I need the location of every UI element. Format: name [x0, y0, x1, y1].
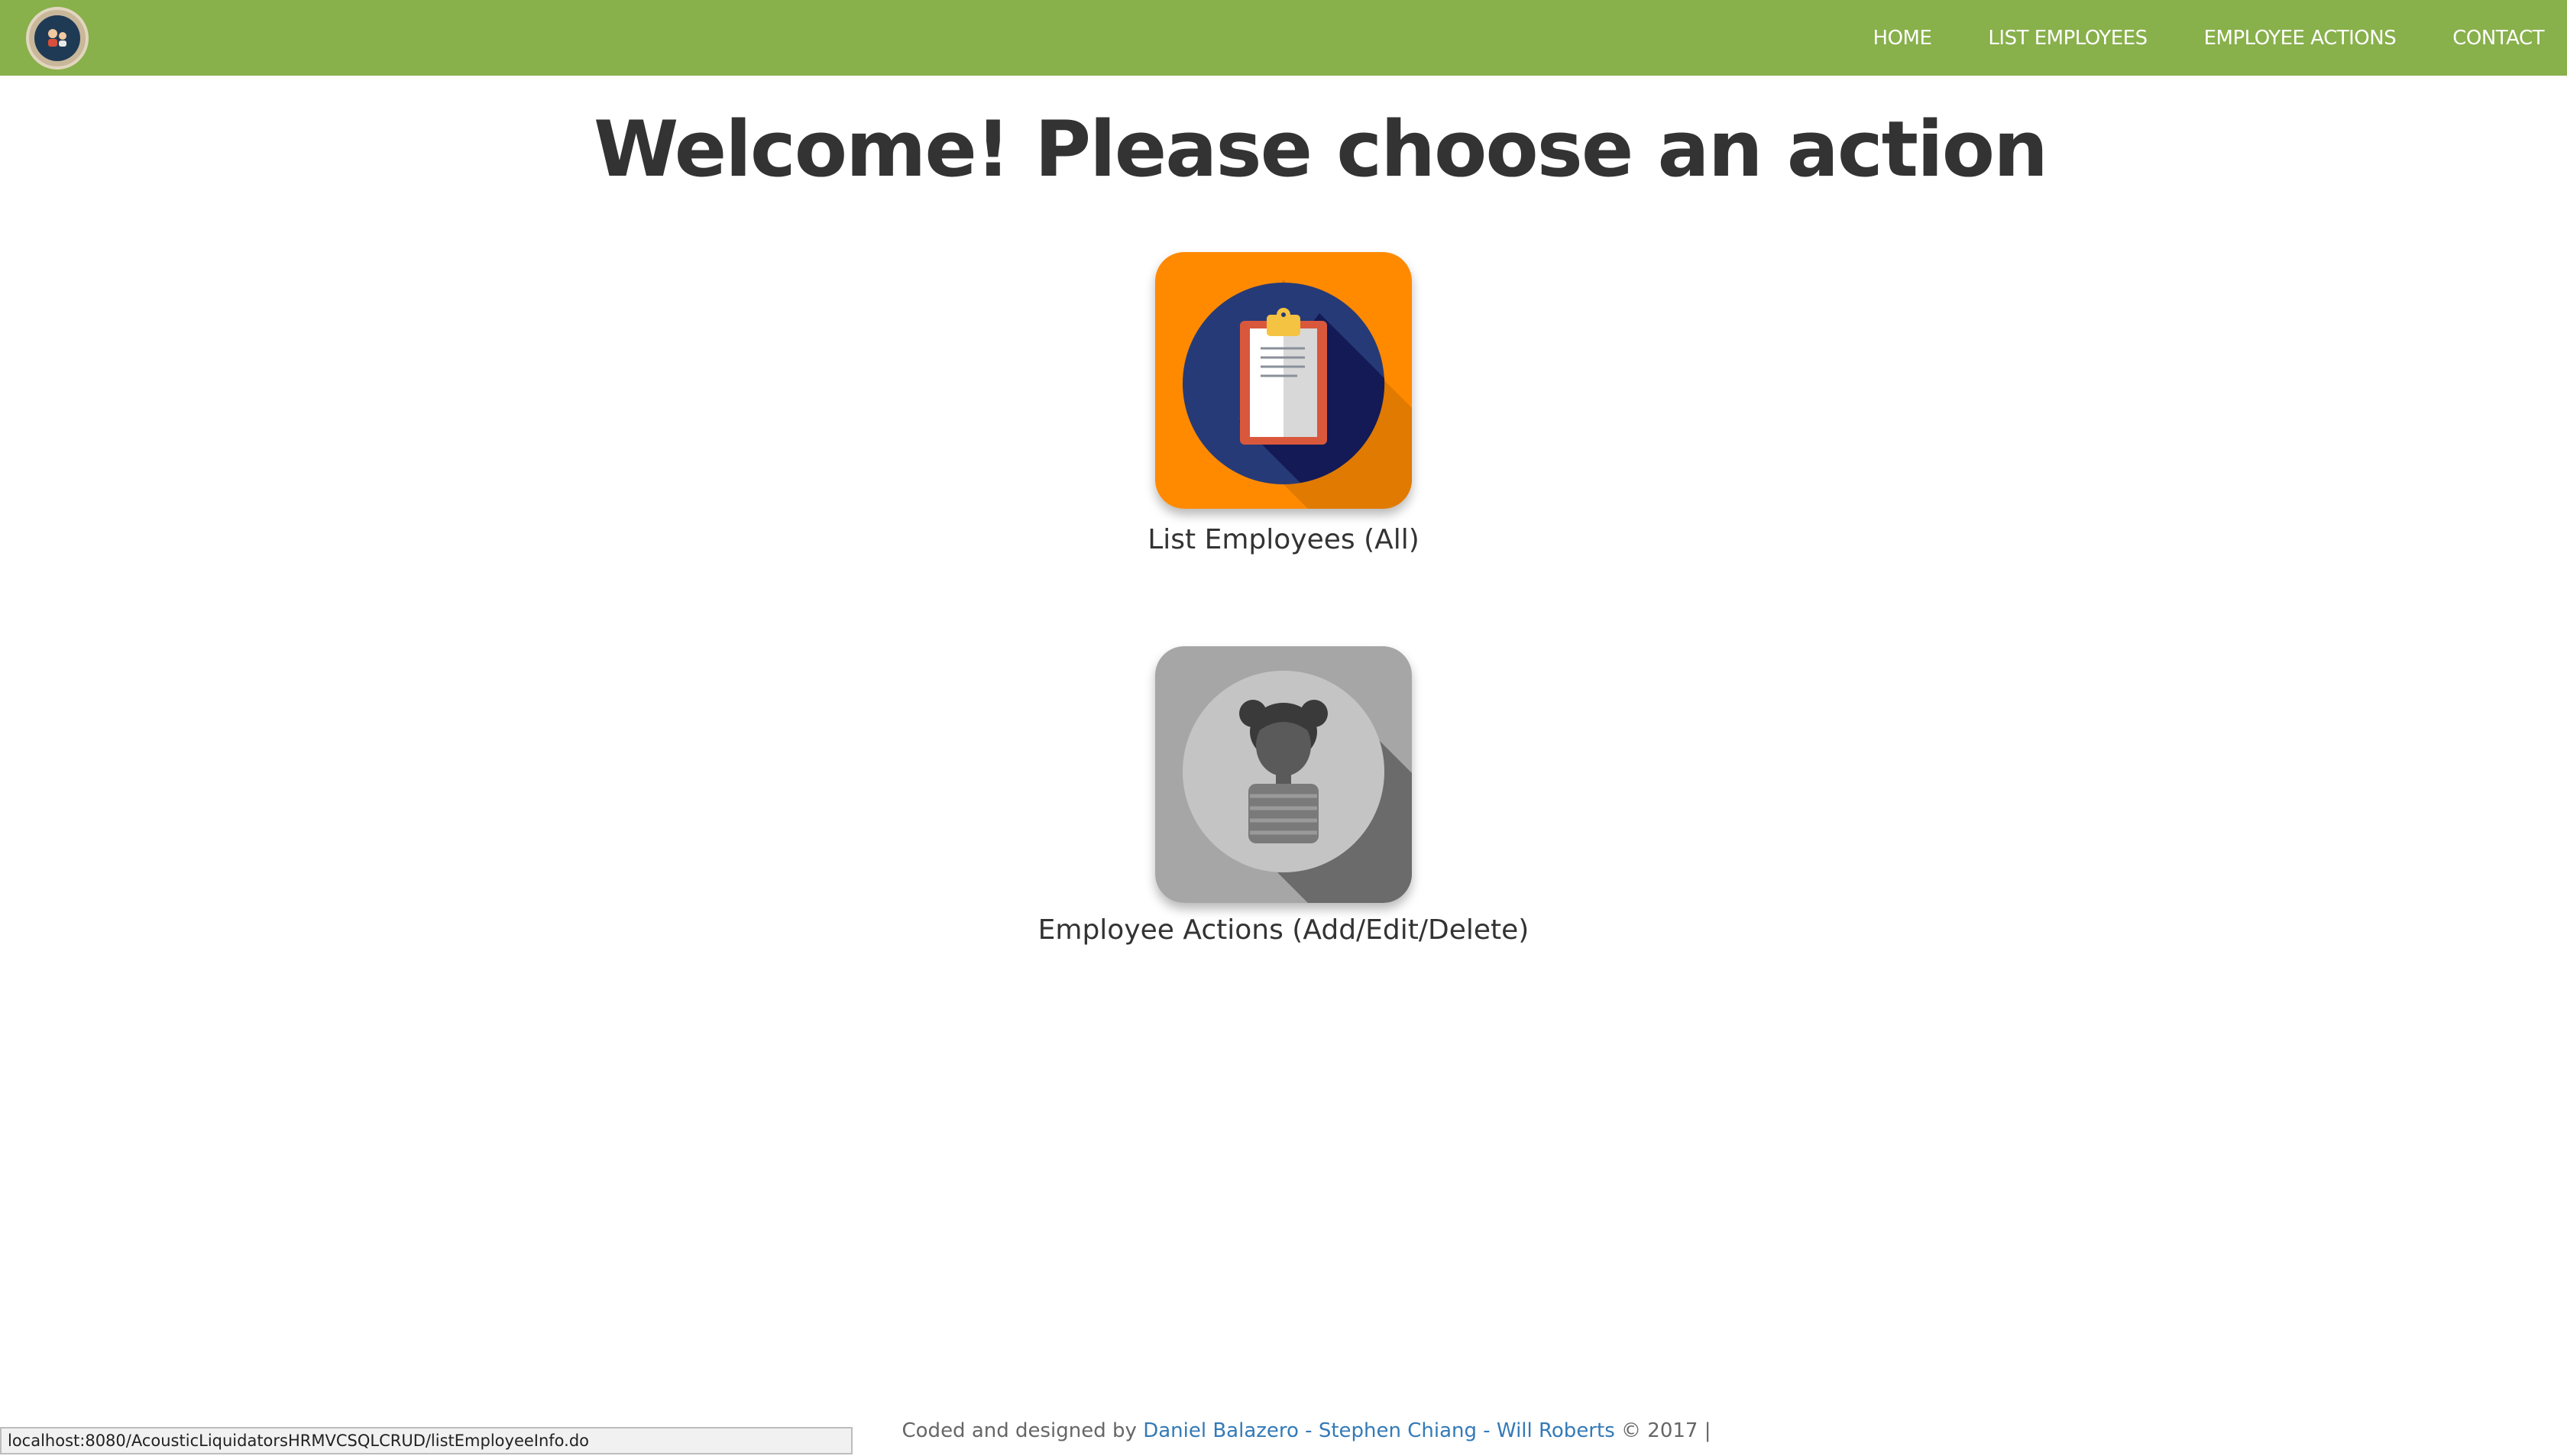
employee-actions-button[interactable] — [1155, 646, 1412, 903]
clipboard-icon — [1155, 252, 1412, 509]
browser-status-url: localhost:8080/AcousticLiquidatorsHRMVCS… — [0, 1427, 853, 1454]
footer-authors-link[interactable]: Daniel Balazero - Stephen Chiang - Will … — [1143, 1419, 1615, 1442]
list-employees-button[interactable] — [1155, 252, 1412, 509]
footer-copyright: © 2017 — [1621, 1419, 1698, 1442]
list-employees-label[interactable]: List Employees (All) — [825, 523, 1742, 558]
employee-actions-label[interactable]: Employee Actions (Add/Edit/Delete) — [825, 913, 1742, 948]
footer-separator: | — [1704, 1419, 1711, 1442]
employee-avatar-icon — [1155, 646, 1412, 903]
nav-list-employees-link[interactable]: LIST EMPLOYEES — [1960, 27, 2175, 50]
page: HOME LIST EMPLOYEES EMPLOYEE ACTIONS CON… — [0, 0, 2567, 1456]
site-logo[interactable] — [26, 7, 89, 70]
footer-credit-text: Coded and designed by — [902, 1419, 1137, 1442]
top-navbar: HOME LIST EMPLOYEES EMPLOYEE ACTIONS CON… — [0, 0, 2567, 76]
nav-links: HOME LIST EMPLOYEES EMPLOYEE ACTIONS CON… — [1845, 0, 2567, 76]
page-title: Welcome! Please choose an action — [594, 104, 2048, 194]
logo-people-icon — [34, 15, 80, 61]
nav-home-link[interactable]: HOME — [1845, 27, 1960, 50]
nav-employee-actions-link[interactable]: EMPLOYEE ACTIONS — [2176, 27, 2425, 50]
nav-contact-link[interactable]: CONTACT — [2424, 27, 2567, 50]
